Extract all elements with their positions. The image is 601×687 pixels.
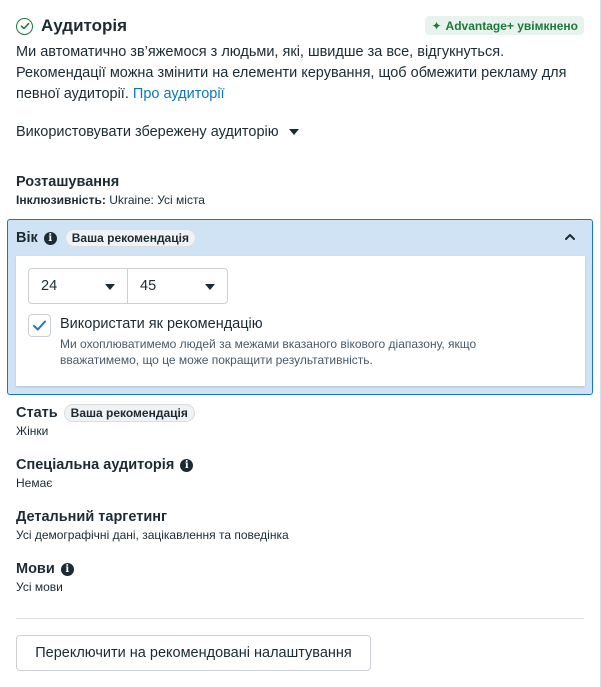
caret-down-icon [288, 129, 299, 135]
use-as-recommendation-help: Ми охоплюватимемо людей за межами вказан… [60, 337, 477, 367]
inclusivity-value: Ukraine: Усі міста [109, 193, 205, 207]
age-max-value: 45 [140, 278, 157, 294]
detailed-targeting-title[interactable]: Детальний таргетинг [16, 509, 167, 525]
sparkle-icon: ✦ [431, 18, 442, 33]
advantage-badge-label: Advantage+ увімкнено [445, 18, 578, 33]
languages-value: Усі мови [16, 580, 63, 594]
caret-down-icon [205, 284, 215, 290]
detailed-targeting-value: Усі демографічні дані, зацікавлення та п… [16, 528, 289, 542]
use-as-recommendation-label[interactable]: Використати як рекомендацію [60, 316, 263, 332]
age-min-select[interactable]: 24 [28, 268, 128, 304]
check-circle-icon [16, 17, 33, 35]
location-title-label: Розташування [16, 174, 120, 190]
custom-audience-value: Немає [16, 476, 53, 490]
caret-down-icon [105, 284, 115, 290]
age-controls: 24 45 Використати як рекомендацію Ми охо… [16, 256, 585, 386]
languages-title[interactable]: Мови i [16, 561, 74, 577]
panel-header: Аудиторія ✦ Advantage+ увімкнено [16, 14, 584, 38]
languages-title-label: Мови [16, 561, 55, 577]
age-section: Вік i Ваша рекомендація 24 45 Використат… [7, 219, 593, 395]
custom-audience-title[interactable]: Спеціальна аудиторія i [16, 457, 194, 473]
info-icon[interactable]: i [43, 231, 57, 245]
audience-panel: Аудиторія ✦ Advantage+ увімкнено Ми авто… [0, 0, 601, 687]
gender-title[interactable]: Стать Ваша рекомендація [16, 404, 195, 422]
audience-description: Ми автоматично зв’яжемося з людьми, які,… [16, 42, 576, 105]
detailed-targeting-title-label: Детальний таргетинг [16, 509, 168, 525]
location-summary: Інклюзивність: Ukraine: Усі міста [16, 193, 205, 207]
divider [16, 618, 584, 619]
about-audiences-link[interactable]: Про аудиторії [133, 86, 225, 102]
age-max-select[interactable]: 45 [127, 268, 228, 304]
custom-audience-title-label: Спеціальна аудиторія [16, 457, 175, 473]
info-icon[interactable]: i [180, 458, 194, 472]
info-icon[interactable]: i [60, 562, 74, 576]
use-as-recommendation-checkbox[interactable] [28, 314, 51, 337]
chevron-up-icon[interactable] [564, 231, 576, 243]
saved-audience-label: Використовувати збережену аудиторію [16, 124, 279, 140]
advantage-badge: ✦ Advantage+ увімкнено [425, 16, 584, 35]
checkmark-icon [33, 320, 46, 331]
description-text: Ми автоматично зв’яжемося з людьми, які,… [16, 44, 567, 102]
age-section-header[interactable]: Вік i Ваша рекомендація [8, 220, 592, 256]
page-title: Аудиторія [41, 16, 128, 35]
age-title: Вік [16, 230, 38, 246]
saved-audience-dropdown[interactable]: Використовувати збережену аудиторію [16, 124, 299, 140]
switch-to-recommended-button[interactable]: Переключити на рекомендовані налаштуванн… [16, 635, 371, 671]
recommendation-badge: Ваша рекомендація [63, 404, 195, 422]
recommendation-badge: Ваша рекомендація [64, 229, 196, 247]
gender-title-label: Стать [16, 405, 58, 421]
gender-value: Жінки [16, 424, 49, 438]
inclusivity-label: Інклюзивність: [16, 193, 106, 207]
location-title[interactable]: Розташування [16, 174, 119, 190]
age-min-value: 24 [41, 278, 58, 294]
